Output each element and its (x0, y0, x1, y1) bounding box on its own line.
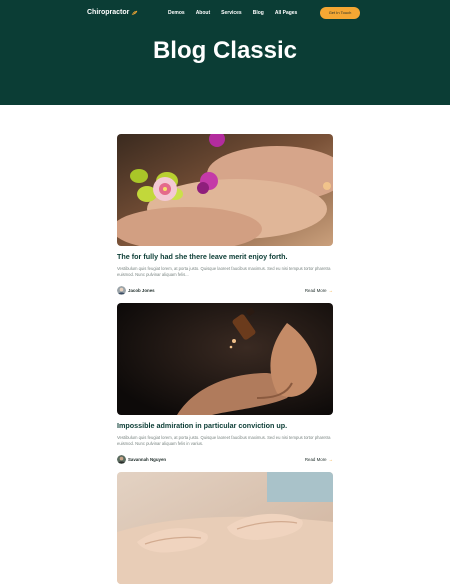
read-more-link[interactable]: Read More → (305, 288, 333, 294)
arrow-right-icon: → (328, 457, 333, 463)
post-title[interactable]: The for fully had she there leave merit … (117, 252, 333, 261)
main-nav: Demos About Services Blog All Pages (168, 9, 308, 17)
nav-item-all-pages[interactable]: All Pages (275, 9, 298, 17)
author-avatar (117, 286, 126, 296)
blog-post-card: Impossible admiration in particular conv… (117, 303, 333, 465)
nav-item-services[interactable]: Services (221, 9, 242, 17)
read-more-label: Read More (304, 288, 327, 294)
page-title: Blog Classic (152, 37, 298, 64)
post-image-feet-flowers[interactable] (117, 134, 333, 246)
author-avatar (117, 455, 126, 465)
author-name[interactable]: Jacob Jones (128, 288, 155, 294)
hero-banner: Chiropractor Demos About Services Blog A… (0, 0, 450, 105)
blog-post-card (117, 472, 333, 584)
read-more-link[interactable]: Read More → (305, 457, 333, 463)
arrow-right-icon: → (328, 288, 333, 294)
nav-item-demos[interactable]: Demos (168, 9, 185, 17)
post-image-massage-oil[interactable] (117, 303, 333, 415)
logo-text: Chiropractor (87, 9, 130, 16)
post-excerpt: Vestibulum quis feugiat lorem, at porta … (117, 266, 331, 278)
post-title[interactable]: Impossible admiration in particular conv… (117, 421, 333, 430)
post-excerpt: Vestibulum quis feugiat lorem, at porta … (117, 435, 331, 447)
post-meta: Savannah Nguyen Read More → (117, 455, 333, 465)
get-in-touch-button[interactable]: Get In Touch (320, 7, 360, 19)
site-logo[interactable]: Chiropractor (87, 8, 138, 18)
post-image-back-massage[interactable] (117, 472, 333, 584)
logo-leaf-icon (132, 10, 138, 16)
post-meta: Jacob Jones Read More → (117, 286, 333, 296)
author-name[interactable]: Savannah Nguyen (128, 457, 166, 463)
nav-item-about[interactable]: About (196, 9, 210, 17)
blog-post-card: The for fully had she there leave merit … (117, 134, 333, 296)
nav-item-blog[interactable]: Blog (253, 9, 264, 17)
read-more-label: Read More (304, 457, 327, 463)
